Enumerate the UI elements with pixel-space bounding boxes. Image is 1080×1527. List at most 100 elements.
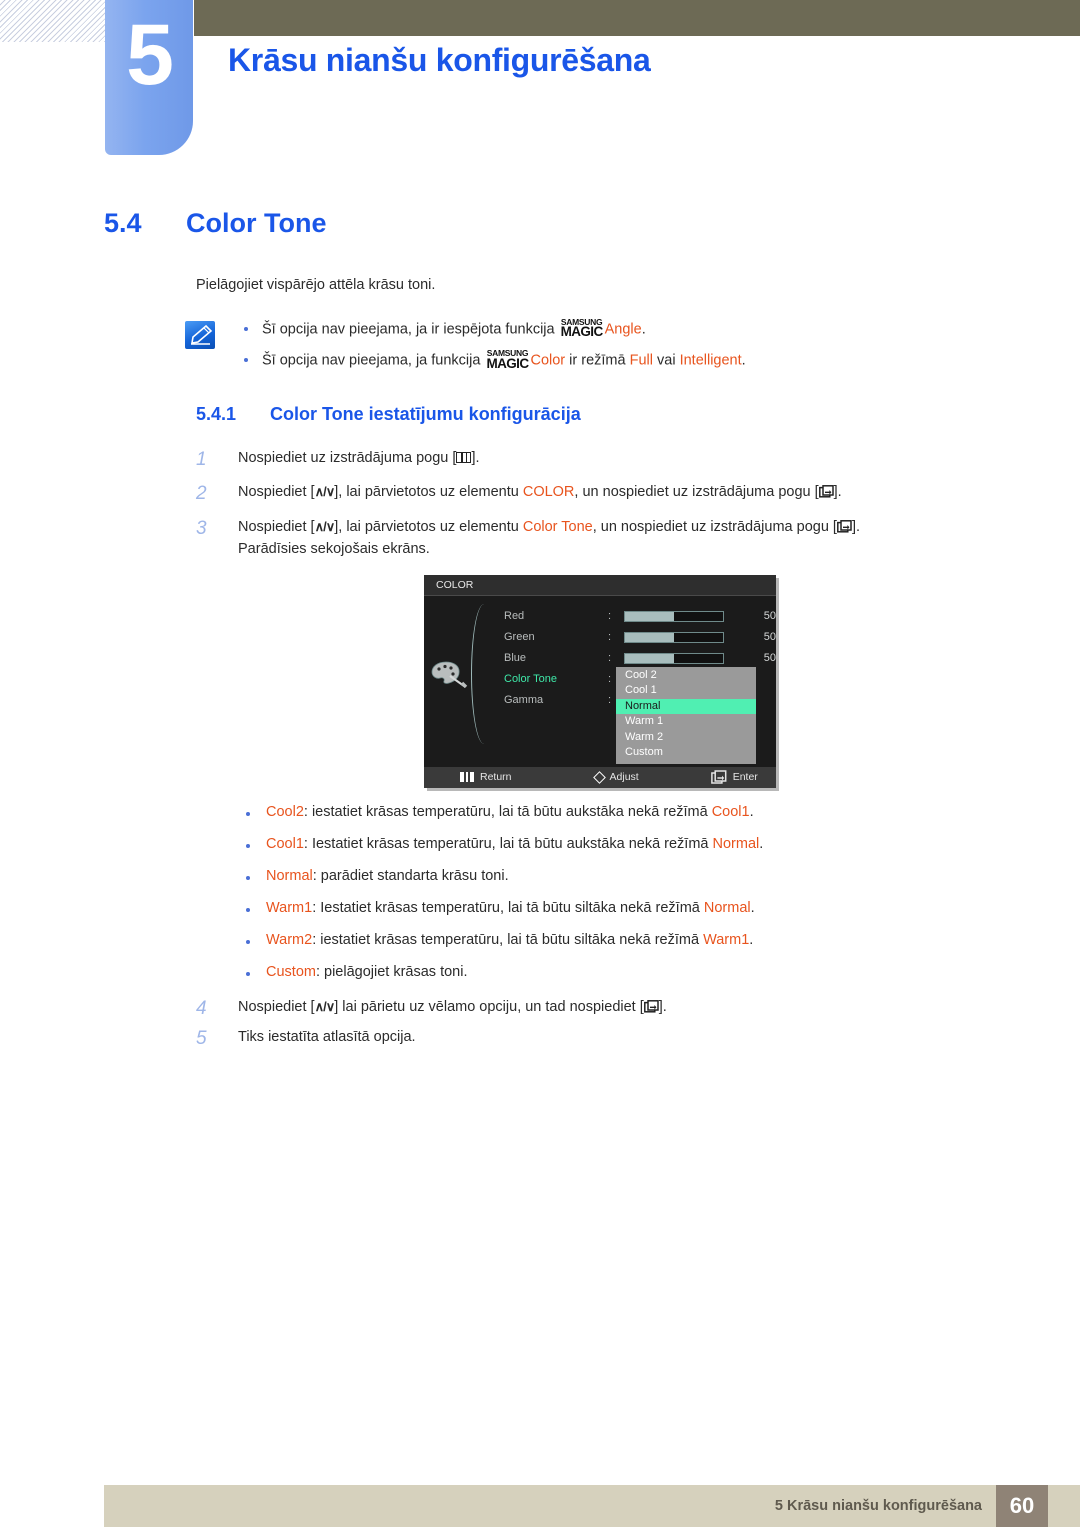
osd-screenshot: COLOR Red : 50 Green: 50 Blue: 50 Colo… [424, 574, 776, 788]
dropdown-option[interactable]: Custom [616, 745, 756, 761]
page-number: 60 [996, 1485, 1048, 1527]
subsection-number: 5.4.1 [196, 403, 237, 424]
note-item-highlight: Color [530, 352, 566, 369]
osd-footer-return[interactable]: Return [460, 771, 512, 783]
step-text-part: ]. [833, 484, 842, 501]
up-down-key-icon: ∧/∨ [314, 518, 336, 534]
option-item: Cool2: iestatiet krāsas temperatūru, lai… [234, 804, 1080, 820]
note-item-post: . [641, 321, 646, 338]
step-text-part: Nospiediet uz izstrādājuma pogu [ [238, 449, 457, 466]
note-item-mid2: vai [657, 352, 676, 369]
note-item-mid: ir režīmā [569, 352, 626, 369]
note-item-post: . [741, 352, 746, 369]
step-item: 5 Tiks iestatīta atlasītā opcija. [196, 1026, 1080, 1049]
steps-list-bottom: 4 Nospiediet [∧/∨] lai pārietu uz vēlamo… [196, 996, 1080, 1049]
color-tone-dropdown[interactable]: Cool 2 Cool 1 Normal Warm 1 Warm 2 Custo… [616, 666, 756, 764]
osd-footer-enter[interactable]: Enter [710, 770, 758, 785]
step-text-part: ] lai pārietu uz vēlamo opciju, un tad n… [334, 998, 644, 1015]
note-item-highlight3: Intelligent [679, 352, 742, 369]
option-item: Cool1: Iestatiet krāsas temperatūru, lai… [234, 836, 1080, 852]
option-end: . [750, 899, 755, 916]
osd-colon: : [608, 652, 612, 665]
chapter-number: 5 [126, 7, 174, 103]
osd-footer-label: Adjust [609, 771, 639, 784]
footer-chapter-label: 5 Krāsu nianšu konfigurēšana [774, 1498, 982, 1514]
section-heading: 5.4 Color Tone [104, 208, 1080, 239]
option-ref: Warm1 [703, 931, 750, 948]
option-desc: : Iestatiet krāsas temperatūru, lai tā b… [312, 899, 704, 916]
option-name: Normal [266, 867, 313, 884]
diamond-icon [592, 770, 606, 784]
step-text-line2: Parādīsies sekojošais ekrāns. [238, 541, 430, 558]
return-icon [460, 772, 474, 783]
section-number: 5.4 [104, 208, 142, 238]
enter-key-icon [818, 485, 834, 498]
option-name: Warm2 [266, 931, 313, 948]
magic-bottom: MAGIC [486, 355, 529, 371]
osd-footer-label: Return [480, 771, 512, 784]
note-item-highlight: Angle [604, 321, 642, 338]
option-end: . [759, 835, 764, 852]
option-end: . [749, 931, 754, 948]
note-item: Šī opcija nav pieejama, ja funkcija SAMS… [196, 349, 1080, 371]
osd-slider[interactable] [624, 631, 724, 643]
option-name: Cool1 [266, 835, 304, 852]
page-footer: 5 Krāsu nianšu konfigurēšana 60 [104, 1485, 1080, 1527]
osd-body: Red : 50 Green : 50 Blue : 50 Color Tone… [424, 596, 776, 764]
section-intro: Pielāgojiet vispārējo attēla krāsu toni. [196, 277, 436, 293]
step-text: Nospiediet [∧/∨], lai pārvietotos uz ele… [238, 519, 860, 535]
osd-row-value: 50 [763, 610, 776, 623]
osd-slider[interactable] [624, 652, 724, 664]
page-content: 5.4 Color Tone Pielāgojiet vispārējo att… [0, 170, 1080, 1061]
enter-key-icon [836, 519, 852, 533]
step-item: 4 Nospiediet [∧/∨] lai pārietu uz vēlamo… [196, 996, 1080, 1019]
step-item: 2 Nospiediet [∧/∨], lai pārvietotos uz e… [196, 481, 1080, 504]
osd-row[interactable]: Red : 50 [504, 606, 776, 627]
header-olive-bar [194, 0, 1080, 36]
step-item: 1 Nospiediet uz izstrādājuma pogu []. [196, 447, 1080, 470]
step-text-part: ]. [471, 449, 480, 466]
dropdown-option[interactable]: Warm 2 [616, 730, 756, 746]
subsection-heading: 5.4.1 Color Tone iestatījumu konfigurācij… [196, 404, 1080, 425]
step-text-highlight: COLOR [522, 484, 575, 501]
steps-list-top: 1 Nospiediet uz izstrādājuma pogu []. 2 … [196, 447, 1080, 561]
step-number: 5 [196, 1028, 207, 1050]
option-item: Custom: pielāgojiet krāsas toni. [234, 964, 1080, 980]
samsung-magic-logo: SAMSUNG MAGIC [561, 317, 604, 338]
note-block: Šī opcija nav pieejama, ja ir iespējota … [185, 317, 1080, 372]
osd-slider[interactable] [624, 610, 724, 622]
note-item-highlight2: Full [629, 352, 653, 369]
osd-title: COLOR [424, 574, 776, 596]
page-header: 5 Krāsu nianšu konfigurēšana [0, 0, 1080, 170]
osd-row[interactable]: Blue : 50 [504, 648, 776, 669]
option-ref: Normal [712, 835, 760, 852]
enter-icon [710, 770, 727, 785]
osd-row-label: Blue [504, 652, 527, 665]
menu-key-icon [456, 451, 472, 463]
step-number: 2 [196, 483, 207, 505]
step-number: 3 [196, 517, 207, 539]
option-desc: : iestatiet krāsas temperatūru, lai tā b… [303, 803, 712, 820]
step-text-part: ]. [851, 518, 860, 535]
step-text: Nospiediet uz izstrādājuma pogu []. [238, 450, 480, 466]
note-item-pre: Šī opcija nav pieejama, ja funkcija [262, 352, 481, 369]
option-item: Warm1: Iestatiet krāsas temperatūru, lai… [234, 900, 1080, 916]
palette-icon [430, 658, 470, 693]
dropdown-option-selected[interactable]: Normal [616, 698, 756, 715]
option-desc: : pielāgojiet krāsas toni. [315, 963, 468, 980]
osd-row[interactable]: Green : 50 [504, 627, 776, 648]
option-item: Warm2: iestatiet krāsas temperatūru, lai… [234, 932, 1080, 948]
step-text-part: Nospiediet [ [238, 484, 315, 501]
osd-colon: : [608, 610, 612, 623]
section-title: Color Tone [186, 208, 327, 238]
dropdown-option[interactable]: Cool 1 [616, 683, 756, 699]
step-text: Nospiediet [∧/∨] lai pārietu uz vēlamo o… [238, 999, 667, 1015]
osd-footer-adjust[interactable]: Adjust [592, 770, 639, 784]
color-tone-options-list: Cool2: iestatiet krāsas temperatūru, lai… [234, 804, 1080, 980]
option-name: Custom [266, 963, 316, 980]
osd-row-label: Red [504, 610, 525, 623]
osd-footer-label: Enter [732, 771, 758, 784]
dropdown-option[interactable]: Cool 2 [616, 668, 756, 684]
dropdown-option[interactable]: Warm 1 [616, 714, 756, 730]
chapter-title: Krāsu nianšu konfigurēšana [228, 42, 651, 78]
